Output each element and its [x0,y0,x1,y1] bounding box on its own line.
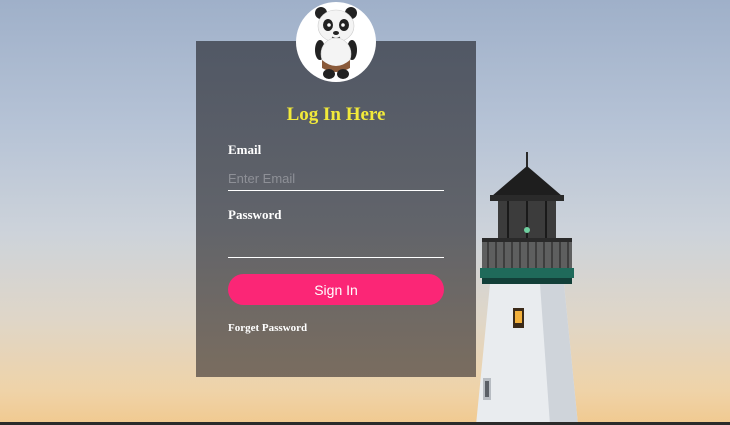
password-label: Password [228,207,282,222]
forget-password-link[interactable]: Forget Password [228,322,307,334]
email-label: Email [228,142,262,157]
avatar [296,2,376,82]
email-field[interactable] [228,166,444,191]
password-field[interactable] [228,233,444,258]
background-scene: Log In Here Email Password Sign In Forge… [0,0,730,425]
sign-in-button[interactable]: Sign In [228,274,444,305]
lighthouse-image [476,152,578,425]
panda-icon [315,7,357,79]
login-title: Log In Here [286,104,386,125]
